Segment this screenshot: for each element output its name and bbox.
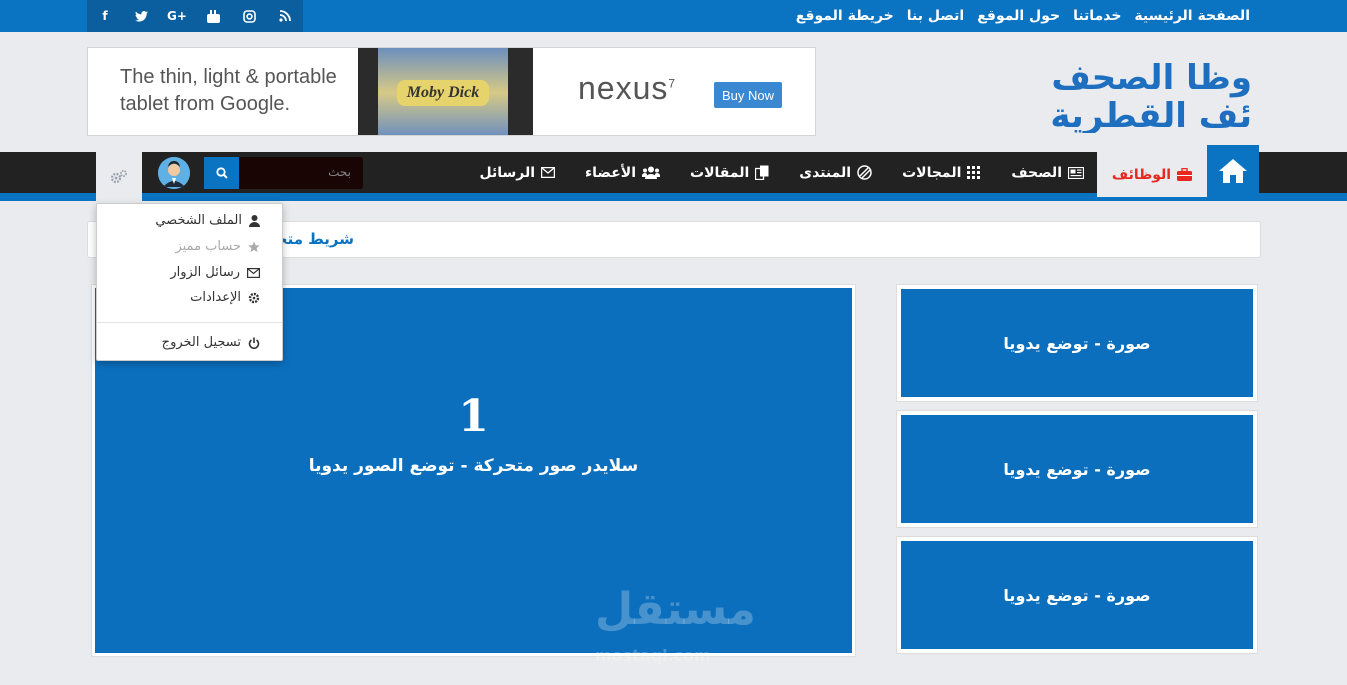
top-link-services[interactable]: خدماتنا [1073, 8, 1121, 24]
ad-banner[interactable]: The thin, light & portable tablet from G… [87, 47, 816, 136]
home-icon [1219, 159, 1247, 183]
envelope-icon [247, 267, 260, 278]
facebook-icon[interactable]: f [87, 0, 123, 32]
nav-item-label: الرسائل [479, 164, 536, 181]
side-image-card[interactable]: صورة - توضع يدويا [896, 536, 1258, 654]
side-card-caption: صورة - توضع يدويا [901, 415, 1253, 523]
nav-item-forum[interactable]: المنتدى [799, 165, 872, 181]
ad-brand-text: nexus [578, 70, 669, 106]
nav-item-articles[interactable]: المقالات [690, 165, 769, 181]
search-button[interactable] [204, 157, 239, 189]
user-icon [249, 214, 260, 227]
menu-item-visitor-messages[interactable]: رسائل الزوار [170, 265, 260, 280]
gears-icon [110, 170, 127, 184]
top-link-contact[interactable]: اتصل بنا [907, 8, 964, 24]
ad-brand: nexus7 [578, 70, 676, 107]
menu-item-profile[interactable]: الملف الشخصي [155, 213, 260, 228]
watermark-sub: mostaql.com [595, 646, 711, 665]
top-link-about[interactable]: حول الموقع [977, 8, 1060, 24]
envelope-icon [541, 167, 556, 178]
nav-items: الصحف المجالات المنتدى المقالات الأعضاء … [479, 152, 1084, 193]
menu-item-label: الملف الشخصي [155, 213, 242, 228]
ad-book-image: Moby Dick [358, 48, 533, 135]
copy-icon [755, 165, 769, 180]
home-button[interactable] [1207, 145, 1259, 197]
ad-buy-now-button[interactable]: Buy Now [714, 82, 782, 108]
nav-item-newspapers[interactable]: الصحف [1011, 165, 1084, 181]
briefcase-icon [1177, 168, 1193, 181]
menu-item-settings[interactable]: الإعدادات [190, 290, 260, 305]
search-input[interactable]: بحث [239, 157, 363, 189]
user-dropdown-menu: الملف الشخصي حساب مميز رسائل الزوار الإع… [96, 203, 283, 361]
ad-text-line2: tablet from Google. [120, 93, 291, 115]
ad-book-cover: Moby Dick [378, 48, 508, 135]
ad-text-line1: The thin, light & portable [120, 66, 337, 88]
grid-icon [967, 165, 981, 179]
instagram-icon[interactable] [231, 0, 267, 32]
side-image-card[interactable]: صورة - توضع يدويا [896, 410, 1258, 528]
top-link-sitemap[interactable]: خريطة الموقع [796, 8, 894, 24]
social-links: f G+ [87, 0, 303, 32]
menu-item-label: رسائل الزوار [170, 265, 240, 280]
side-card-caption: صورة - توضع يدويا [901, 541, 1253, 649]
power-icon [248, 337, 260, 349]
slider-number: 1 [458, 391, 489, 442]
rss-icon[interactable] [267, 0, 303, 32]
user-avatar[interactable] [158, 157, 190, 189]
nav-jobs-label: الوظائف [1111, 166, 1172, 183]
menu-divider [97, 322, 282, 323]
nav-item-label: المجالات [902, 164, 962, 181]
nav-item-label: المقالات [690, 164, 750, 181]
logo-line1: وظا الصحف [1052, 58, 1252, 98]
nav-item-label: المنتدى [799, 164, 852, 181]
nav-tab-jobs[interactable]: الوظائف [1097, 152, 1207, 197]
forum-icon [857, 165, 872, 180]
top-links: الصفحة الرئيسية خدماتنا حول الموقع اتصل … [796, 0, 1250, 32]
menu-item-label: تسجيل الخروج [161, 335, 241, 350]
gear-icon [248, 292, 260, 303]
nav-item-label: الأعضاء [585, 164, 637, 181]
nav-item-fields[interactable]: المجالات [902, 165, 981, 181]
watermark: مستقل [595, 584, 756, 635]
top-link-home[interactable]: الصفحة الرئيسية [1134, 8, 1250, 24]
menu-item-logout[interactable]: تسجيل الخروج [162, 335, 260, 350]
nav-item-messages[interactable]: الرسائل [479, 164, 556, 181]
ad-book-title: Moby Dick [396, 79, 490, 106]
settings-menu-button[interactable] [96, 152, 142, 202]
side-card-caption: صورة - توضع يدويا [901, 289, 1253, 397]
search-placeholder: بحث [328, 165, 351, 179]
star-icon [248, 241, 260, 252]
youtube-icon[interactable] [195, 0, 231, 32]
nav-item-label: الصحف [1011, 164, 1062, 181]
users-icon [642, 166, 661, 179]
menu-item-label: حساب مميز [175, 239, 241, 254]
menu-item-premium[interactable]: حساب مميز [175, 239, 260, 254]
ad-text: The thin, light & portable tablet from G… [120, 64, 337, 118]
twitter-icon[interactable] [123, 0, 159, 32]
logo-line2: ئف القطرية [1052, 96, 1252, 133]
ad-brand-sup: 7 [668, 76, 677, 91]
nav-item-members[interactable]: الأعضاء [585, 164, 661, 181]
slider-caption: سلايدر صور متحركة - توضع الصور يدويا [308, 456, 639, 476]
newspaper-icon [1068, 166, 1084, 179]
side-image-card[interactable]: صورة - توضع يدويا [896, 284, 1258, 402]
top-bar: f G+ الصفحة الرئيسية خدماتنا حول الموقع … [0, 0, 1347, 32]
google-plus-icon[interactable]: G+ [159, 0, 195, 32]
menu-item-label: الإعدادات [190, 290, 241, 305]
site-logo[interactable]: وظا الصحف ئف القطرية [1050, 55, 1252, 136]
search-icon [215, 167, 228, 179]
